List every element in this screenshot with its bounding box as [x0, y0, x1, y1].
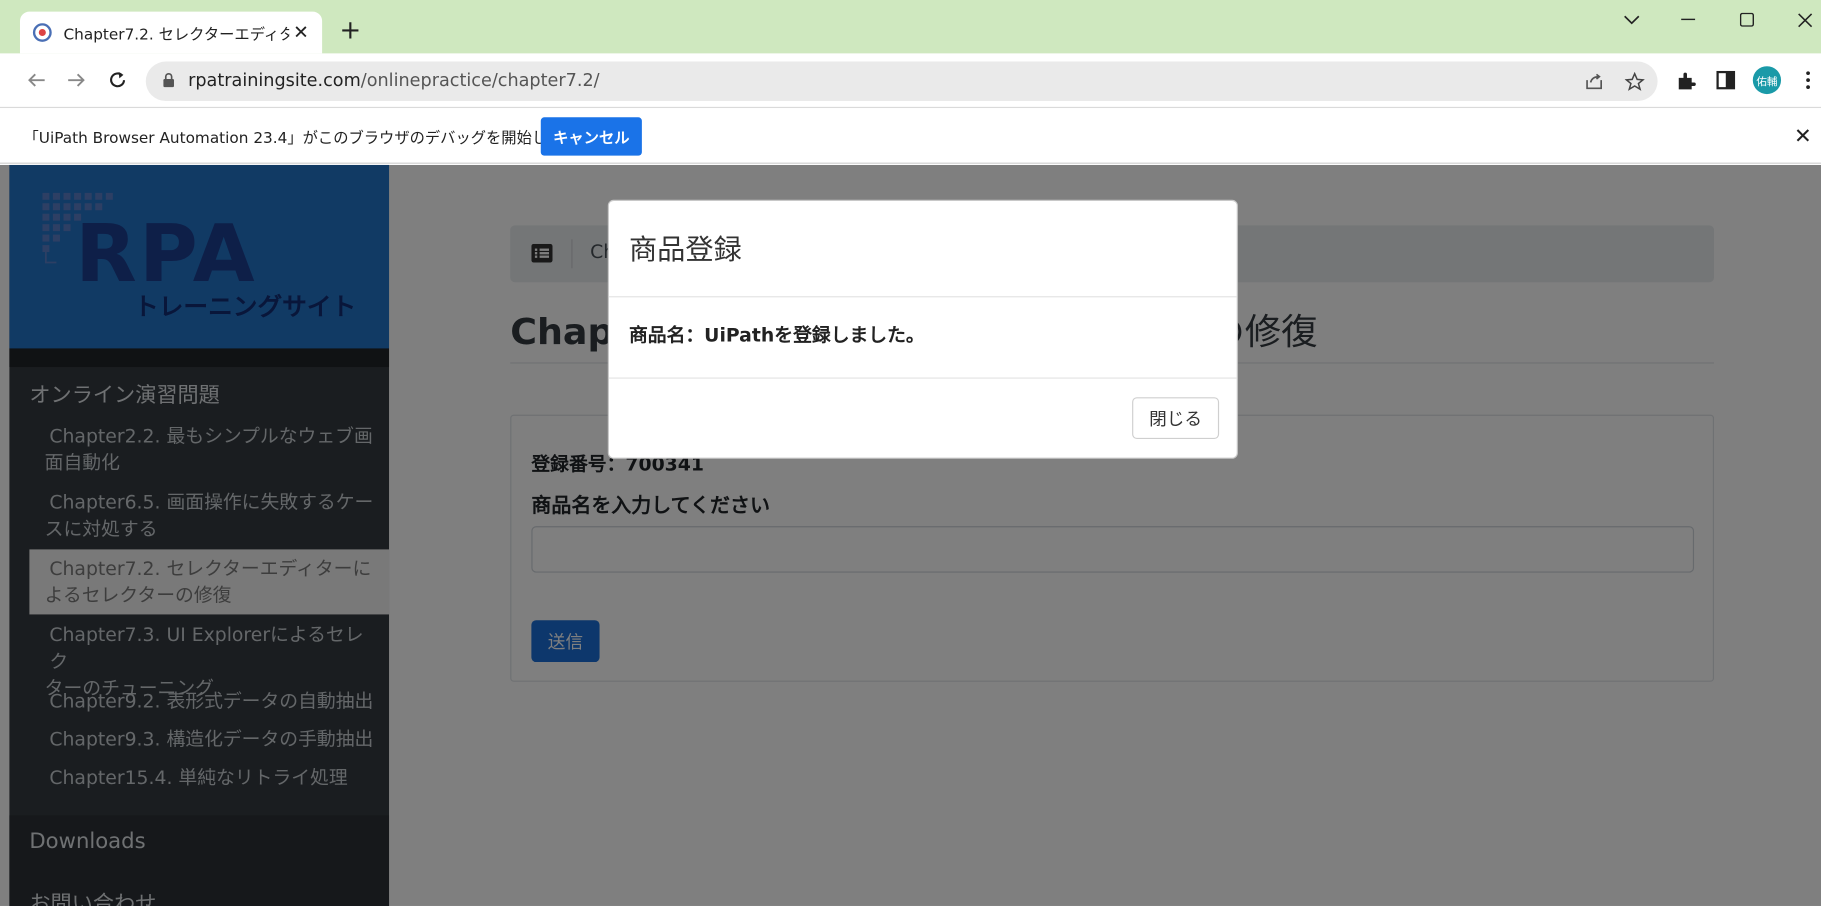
web-page: RPA トレーニングサイト オンライン演習問題 Chapter2.2. 最もシン… [0, 164, 1821, 906]
modal-close-button[interactable]: 閉じる [1132, 397, 1220, 440]
modal-message: 商品名：UiPathを登録しました。 [628, 324, 925, 347]
forward-icon[interactable] [60, 64, 93, 97]
lock-icon[interactable] [162, 72, 175, 88]
tab-close-icon[interactable]: ✕ [289, 21, 313, 44]
url-text: rpatrainingsite.com/onlinepractice/chapt… [188, 69, 600, 91]
modal-body: 商品名：UiPathを登録しました。 [608, 297, 1237, 379]
reload-icon[interactable] [101, 64, 134, 97]
back-icon[interactable] [20, 64, 53, 97]
share-icon[interactable] [1580, 67, 1608, 95]
maximize-icon[interactable] [1720, 5, 1774, 35]
tab-strip: Chapter7.2. セレクターエディターによる ✕ + [0, 0, 1821, 54]
menu-kebab-icon[interactable] [1794, 66, 1821, 94]
close-window-icon[interactable] [1778, 5, 1821, 35]
profile-avatar[interactable]: 佑輔 [1752, 66, 1782, 95]
cancel-debug-button[interactable]: キャンセル [540, 117, 642, 156]
browser-window: Chapter7.2. セレクターエディターによる ✕ + rpatrain [0, 0, 1821, 906]
new-tab-button[interactable]: + [336, 17, 364, 45]
browser-tab[interactable]: Chapter7.2. セレクターエディターによる ✕ [19, 11, 323, 54]
bookmark-star-icon[interactable] [1620, 67, 1648, 95]
browser-toolbar: rpatrainingsite.com/onlinepractice/chapt… [0, 53, 1821, 107]
modal-header: 商品登録 [608, 201, 1237, 298]
tab-search-icon[interactable] [1605, 5, 1659, 35]
screen: Chapter7.2. セレクターエディターによる ✕ + rpatrain [0, 0, 1821, 906]
extensions-icon[interactable] [1672, 66, 1700, 94]
debug-infobar: 「UiPath Browser Automation 23.4」がこのブラウザの… [0, 106, 1821, 164]
tab-title: Chapter7.2. セレクターエディターによる [63, 26, 289, 44]
infobar-close-icon[interactable]: ✕ [1794, 124, 1812, 148]
registration-modal: 商品登録 商品名：UiPathを登録しました。 閉じる [607, 199, 1238, 459]
minimize-icon[interactable] [1661, 5, 1715, 35]
side-panel-icon[interactable] [1712, 66, 1740, 94]
infobar-message: 「UiPath Browser Automation 23.4」がこのブラウザの… [23, 130, 593, 148]
address-bar[interactable]: rpatrainingsite.com/onlinepractice/chapt… [145, 61, 1658, 102]
site-favicon-icon [32, 23, 52, 42]
modal-title: 商品登録 [628, 233, 742, 266]
